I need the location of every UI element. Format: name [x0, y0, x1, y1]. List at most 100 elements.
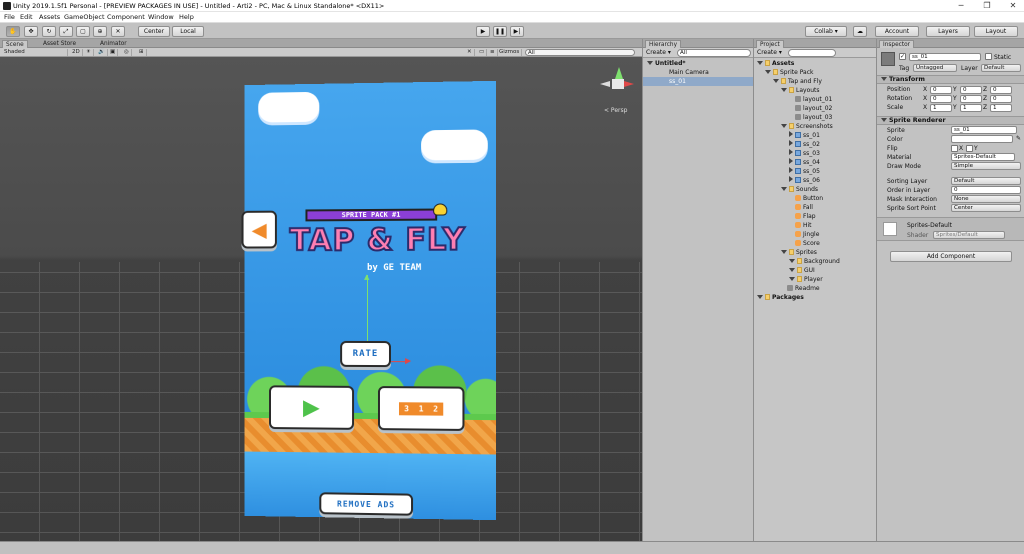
audio-toggle-icon[interactable]: 🔊 — [96, 49, 108, 56]
lighting-toggle-icon[interactable]: ☀ — [84, 49, 94, 56]
tab-scene[interactable]: Scene — [2, 40, 28, 48]
material-section[interactable]: Sprites-Default Shader Sprites/Default — [877, 217, 1024, 241]
expand-arrow-icon[interactable] — [757, 61, 763, 65]
scene-orientation-gizmo[interactable] — [600, 65, 636, 101]
eyedropper-icon[interactable]: ✎ — [1016, 135, 1021, 142]
layer-dropdown[interactable]: Default — [981, 64, 1021, 72]
gizmo-y-arrow-icon[interactable]: ▲ — [364, 273, 369, 281]
minimize-button[interactable]: ─ — [956, 1, 966, 10]
expand-arrow-icon[interactable] — [773, 79, 779, 83]
collab-button[interactable]: Collab ▾ — [805, 26, 847, 37]
project-item-assets[interactable]: Assets — [754, 59, 876, 68]
close-button[interactable]: ✕ — [1008, 1, 1018, 10]
collapse-arrow-icon[interactable] — [881, 118, 887, 122]
scene-root-item[interactable]: Untitled* — [643, 59, 753, 68]
project-item-flap[interactable]: Flap — [754, 212, 876, 221]
project-item-layout-02[interactable]: layout_02 — [754, 104, 876, 113]
space-local-button[interactable]: Local — [172, 26, 204, 37]
flip-x-checkbox[interactable] — [951, 145, 958, 152]
tab-inspector[interactable]: Inspector — [879, 40, 914, 48]
expand-arrow-icon[interactable] — [789, 158, 793, 164]
project-create-dropdown[interactable]: Create ▾ — [757, 48, 782, 57]
project-item-tap-and-fly[interactable]: Tap and Fly — [754, 77, 876, 86]
project-search-input[interactable] — [788, 49, 836, 57]
gizmo-y-cone-icon[interactable] — [615, 67, 623, 79]
add-component-button[interactable]: Add Component — [890, 251, 1012, 262]
layers-button[interactable]: Layers — [926, 26, 970, 37]
pause-icon[interactable]: ❚❚ — [493, 26, 507, 37]
project-item-ss-02[interactable]: ss_02 — [754, 140, 876, 149]
project-item-ss-06[interactable]: ss_06 — [754, 176, 876, 185]
sprite-renderer-header[interactable]: Sprite Renderer — [877, 116, 1024, 125]
expand-arrow-icon[interactable] — [647, 61, 653, 65]
project-item-player[interactable]: Player — [754, 275, 876, 284]
menu-edit[interactable]: Edit — [20, 13, 33, 21]
project-item-jingle[interactable]: Jingle — [754, 230, 876, 239]
project-item-layouts[interactable]: Layouts — [754, 86, 876, 95]
menu-gameobject[interactable]: GameObject — [64, 13, 105, 21]
transform-rotation-y-field[interactable]: 0 — [960, 95, 982, 103]
gizmo-x-cone-icon[interactable] — [624, 81, 634, 87]
persp-label[interactable]: < Persp — [604, 107, 627, 114]
color-field[interactable] — [951, 135, 1013, 143]
project-item-packages[interactable]: Packages — [754, 293, 876, 302]
project-item-ss-04[interactable]: ss_04 — [754, 158, 876, 167]
project-item-sounds[interactable]: Sounds — [754, 185, 876, 194]
expand-arrow-icon[interactable] — [765, 70, 771, 74]
menu-help[interactable]: Help — [179, 13, 194, 21]
transform-scale-z-field[interactable]: 1 — [990, 104, 1012, 112]
project-item-hit[interactable]: Hit — [754, 221, 876, 230]
project-item-fall[interactable]: Fall — [754, 203, 876, 212]
transform-position-x-field[interactable]: 0 — [930, 86, 952, 94]
transform-scale-y-field[interactable]: 1 — [960, 104, 982, 112]
game-sprite-preview[interactable]: ◀ SPRITE PACK #1 TAP & FLY by GE TEAM ▲ … — [245, 81, 496, 520]
expand-arrow-icon[interactable] — [789, 259, 795, 263]
project-item-sprite-pack[interactable]: Sprite Pack — [754, 68, 876, 77]
flip-y-checkbox[interactable] — [966, 145, 973, 152]
menu-component[interactable]: Component — [107, 13, 145, 21]
menu-file[interactable]: File — [4, 13, 15, 21]
shading-mode-dropdown[interactable]: Shaded — [2, 49, 68, 56]
tab-animator[interactable]: Animator — [97, 40, 130, 48]
transform-header[interactable]: Transform — [877, 75, 1024, 84]
scene-search-input[interactable]: All — [525, 49, 635, 56]
move-tool-icon[interactable]: ✥ — [24, 26, 38, 37]
expand-arrow-icon[interactable] — [789, 140, 793, 146]
expand-arrow-icon[interactable] — [781, 88, 787, 92]
expand-arrow-icon[interactable] — [789, 277, 795, 281]
transform-tool-icon[interactable]: ⊕ — [93, 26, 107, 37]
expand-arrow-icon[interactable] — [781, 187, 787, 191]
menu-window[interactable]: Window — [148, 13, 174, 21]
scene-grid-icon[interactable]: ⊞ — [137, 49, 147, 56]
transform-position-z-field[interactable]: 0 — [990, 86, 1012, 94]
maximize-button[interactable]: ❐ — [982, 1, 992, 10]
tool-settings-icon[interactable]: ✕ — [465, 49, 475, 56]
order-in-layer-field[interactable]: 0 — [951, 186, 1021, 194]
camera-icon[interactable]: ▭ — [477, 49, 487, 56]
gizmo-x-neg-cone-icon[interactable] — [600, 81, 610, 87]
project-item-gui[interactable]: GUI — [754, 266, 876, 275]
tab-asset-store[interactable]: Asset Store — [40, 40, 79, 48]
transform-rotation-x-field[interactable]: 0 — [930, 95, 952, 103]
project-item-background[interactable]: Background — [754, 257, 876, 266]
sorting-layer-dropdown[interactable]: Default — [951, 177, 1021, 185]
transform-rotation-z-field[interactable]: 0 — [990, 95, 1012, 103]
mask-interaction-dropdown[interactable]: None — [951, 195, 1021, 203]
transform-position-y-field[interactable]: 0 — [960, 86, 982, 94]
expand-arrow-icon[interactable] — [757, 295, 763, 299]
project-item-ss-01[interactable]: ss_01 — [754, 131, 876, 140]
project-item-button[interactable]: Button — [754, 194, 876, 203]
draw-mode-dropdown[interactable]: Simple — [951, 162, 1021, 170]
hidden-objects-icon[interactable]: ◎ — [122, 49, 132, 56]
expand-arrow-icon[interactable] — [789, 268, 795, 272]
expand-arrow-icon[interactable] — [789, 167, 793, 173]
scale-tool-icon[interactable]: ⤢ — [59, 26, 73, 37]
hierarchy-create-dropdown[interactable]: Create ▾ — [646, 48, 671, 57]
menu-assets[interactable]: Assets — [39, 13, 60, 21]
static-checkbox[interactable] — [985, 53, 992, 60]
2d-toggle[interactable]: 2D — [70, 49, 83, 56]
object-name-field[interactable]: ss_01 — [909, 53, 981, 61]
project-item-layout-01[interactable]: layout_01 — [754, 95, 876, 104]
custom-tool-icon[interactable]: ✕ — [111, 26, 125, 37]
shader-dropdown[interactable]: Sprites/Default — [933, 231, 1005, 239]
